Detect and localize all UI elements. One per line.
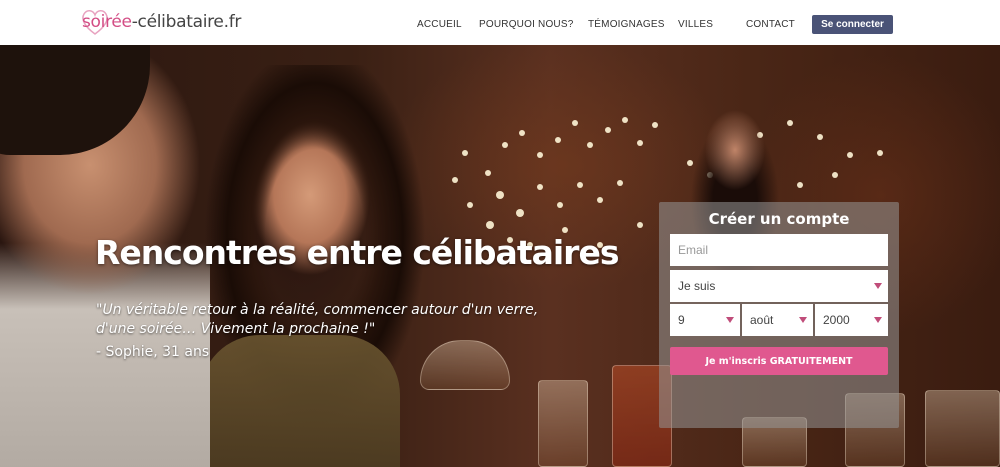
top-header: soirée-célibataire.fr ACCUEIL POURQUOI N… — [0, 0, 1000, 45]
nav-villes[interactable]: VILLES — [678, 19, 713, 30]
drink-glass — [538, 380, 588, 467]
birth-month-select[interactable]: août — [742, 304, 813, 336]
drink-glass — [925, 390, 1000, 467]
logo-text: soirée-célibataire.fr — [82, 12, 242, 32]
chevron-down-icon — [874, 283, 882, 289]
gender-select-value: Je suis — [678, 279, 716, 293]
nav-contact[interactable]: CONTACT — [746, 19, 795, 30]
chevron-down-icon — [874, 317, 882, 323]
site-logo[interactable]: soirée-célibataire.fr — [80, 6, 242, 38]
chevron-down-icon — [799, 317, 807, 323]
login-button[interactable]: Se connecter — [812, 15, 893, 34]
nav-temoignages[interactable]: TÉMOIGNAGES — [588, 19, 665, 30]
hero-title: Rencontres entre célibataires — [95, 233, 619, 272]
nav-pourquoi-nous[interactable]: POURQUOI NOUS? — [479, 19, 573, 30]
nav-accueil[interactable]: ACCUEIL — [417, 19, 462, 30]
birth-month-value: août — [750, 313, 774, 327]
testimonial-quote: "Un véritable retour à la réalité, comme… — [96, 302, 539, 337]
testimonial-author: - Sophie, 31 ans — [96, 344, 210, 360]
birth-year-select[interactable]: 2000 — [815, 304, 888, 336]
gender-select[interactable]: Je suis — [670, 270, 888, 302]
chevron-down-icon — [726, 317, 734, 323]
birth-day-value: 9 — [678, 313, 685, 327]
signup-panel: Créer un compte Je suis 9 août 2000 Je m… — [659, 202, 899, 428]
birth-day-select[interactable]: 9 — [670, 304, 740, 336]
birth-year-value: 2000 — [823, 313, 850, 327]
hero-section: Rencontres entre célibataires "Un vérita… — [0, 45, 1000, 467]
email-input[interactable] — [670, 234, 888, 266]
signup-button[interactable]: Je m'inscris GRATUITEMENT — [670, 347, 888, 375]
signup-title: Créer un compte — [708, 210, 850, 228]
